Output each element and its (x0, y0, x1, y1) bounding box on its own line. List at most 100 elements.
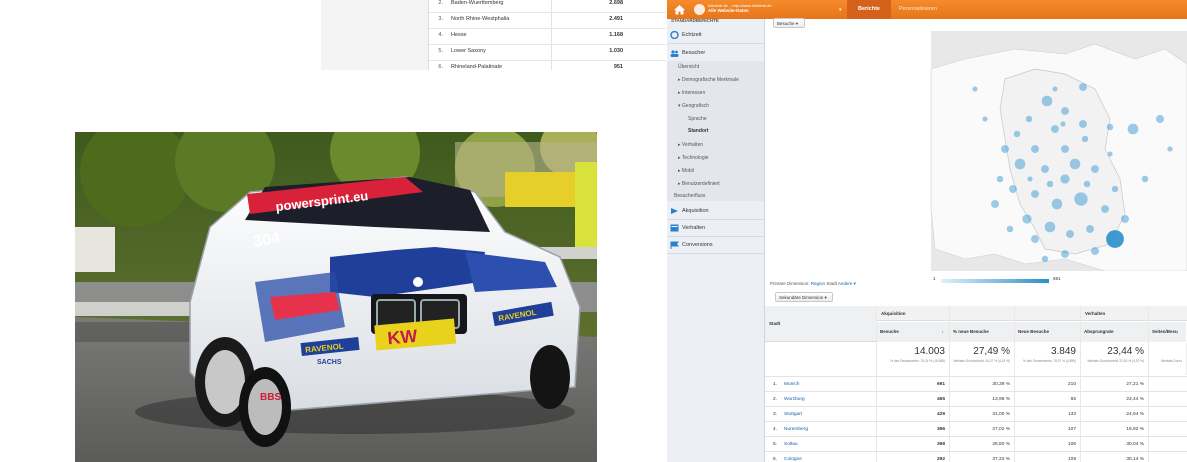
map-bubble[interactable] (1006, 225, 1014, 233)
map-bubble[interactable] (1090, 246, 1100, 256)
map-bubble[interactable] (1078, 119, 1088, 129)
map-bubble[interactable] (1085, 224, 1095, 234)
submenu-uebersicht[interactable]: Übersicht (678, 64, 699, 70)
row-city-link[interactable]: Cologne (784, 452, 802, 462)
metric-selector[interactable]: Besuche ▾ (773, 18, 805, 28)
map-bubble[interactable] (1073, 191, 1089, 207)
map-bubble[interactable] (1030, 234, 1040, 244)
map-bubble[interactable] (1127, 123, 1139, 135)
map-bubble[interactable] (1081, 135, 1089, 143)
table-row[interactable]: 2. Wurzburg 465 13,98 % 65 23,44 % (765, 391, 1187, 407)
map-bubble[interactable] (1083, 180, 1091, 188)
map-bubble[interactable] (1013, 130, 1021, 138)
submenu-geografisch[interactable]: ▾ Geografisch (678, 103, 709, 109)
sidebar-item-akquisition[interactable]: Akquisition (667, 203, 764, 220)
table-row[interactable]: 2. Baden-Wuerttemberg 2.698 (429, 0, 666, 13)
submenu-mobil[interactable]: ▸ Mobil (678, 168, 694, 174)
map-bubble[interactable] (1105, 229, 1125, 249)
row-region-name[interactable]: Baden-Wuerttemberg (451, 0, 503, 11)
row-city-link[interactable]: Soltau (784, 437, 798, 452)
table-row[interactable]: 6. Rhineland-Palatinate 951 (429, 60, 666, 70)
map-bubble[interactable] (1106, 123, 1114, 131)
row-city-link[interactable]: Stuttgart (784, 407, 802, 422)
row-city-link[interactable]: Munich (784, 377, 799, 392)
sidebar-item-besucher[interactable]: Besucher (667, 45, 764, 62)
map-bubble[interactable] (990, 199, 1000, 209)
map-bubble[interactable] (1021, 213, 1033, 225)
map-bubble[interactable] (1107, 150, 1114, 157)
table-row[interactable]: 3. North Rhine-Westphalia 2.491 (429, 12, 666, 29)
map-bubble[interactable] (1155, 114, 1165, 124)
germany-map[interactable] (765, 29, 1187, 272)
home-icon[interactable] (673, 3, 686, 16)
map-bubble[interactable] (1014, 158, 1026, 170)
map-bubble[interactable] (1141, 175, 1149, 183)
map-bubble[interactable] (1000, 144, 1010, 154)
map-bubble[interactable] (971, 86, 978, 93)
table-row[interactable]: 1. Munich 691 30,39 % 210 27,21 % (765, 376, 1187, 392)
dimension-andere-link[interactable]: Andere ▾ (838, 281, 856, 286)
map-bubble[interactable] (1060, 144, 1070, 154)
row-city-link[interactable]: Nuremberg (784, 422, 808, 437)
map-bubble[interactable] (1044, 221, 1056, 233)
row-region-name[interactable]: Rhineland-Palatinate (451, 60, 502, 70)
submenu-standort[interactable]: Standort (688, 128, 709, 134)
property-selector[interactable]: hillclimb.de – http://www.hillclimb.de A… (708, 3, 772, 13)
map-bubble[interactable] (1060, 106, 1070, 116)
column-header-besuche[interactable]: Besuche ↓ (877, 322, 950, 342)
dimension-region-link[interactable]: Region (811, 281, 825, 286)
map-bubble[interactable] (1111, 185, 1119, 193)
map-bubble[interactable] (1065, 229, 1075, 239)
submenu-technologie[interactable]: ▸ Technologie (678, 155, 709, 161)
map-bubble[interactable] (996, 175, 1004, 183)
map-bubble[interactable] (1030, 189, 1040, 199)
map-bubble[interactable] (1030, 144, 1040, 154)
secondary-dimension-button[interactable]: Sekundäre Dimension ▾ (775, 292, 833, 302)
map-bubble[interactable] (1041, 255, 1049, 263)
map-bubble[interactable] (1027, 175, 1034, 182)
tab-customize[interactable]: Personalisieren (899, 0, 937, 19)
column-header-neue-besuche-pct[interactable]: % neue Besuche (950, 322, 1015, 342)
submenu-benutzerdefiniert[interactable]: ▸ Benutzerdefiniert (678, 181, 720, 187)
map-bubble[interactable] (1078, 82, 1088, 92)
column-header-absprungrate[interactable]: Absprungrate (1081, 322, 1149, 342)
geo-map[interactable]: 1 691 (765, 29, 1187, 287)
row-region-name[interactable]: Lower Saxony (451, 44, 486, 59)
submenu-verhalten[interactable]: ▸ Verhalten (678, 142, 703, 148)
map-bubble[interactable] (1060, 120, 1067, 127)
table-row[interactable]: 5. Lower Saxony 1.030 (429, 44, 666, 61)
map-bubble[interactable] (1090, 164, 1100, 174)
map-bubble[interactable] (1069, 158, 1081, 170)
column-header-neue-besuche[interactable]: Neue Besuche (1015, 322, 1081, 342)
submenu-demografische-merkmale[interactable]: ▸ Demografische Merkmale (678, 77, 739, 83)
map-bubble[interactable] (1046, 180, 1054, 188)
map-bubble[interactable] (1167, 145, 1174, 152)
tab-reports[interactable]: Berichte (847, 0, 891, 19)
column-header-stadt[interactable]: Stadt (765, 306, 876, 342)
map-bubble[interactable] (1041, 95, 1053, 107)
table-row[interactable]: 4. Nuremberg 396 27,02 % 107 16,92 % (765, 421, 1187, 437)
chevron-down-icon[interactable]: ▾ (839, 7, 842, 13)
submenu-sprache[interactable]: Sprache (688, 116, 707, 122)
row-city-link[interactable]: Wurzburg (784, 392, 805, 407)
table-row[interactable]: 3. Stuttgart 429 31,00 % 133 24,94 % (765, 406, 1187, 422)
map-bubble[interactable] (1059, 173, 1071, 185)
map-bubble[interactable] (1052, 86, 1059, 93)
table-row[interactable]: 5. Soltau 368 28,80 % 106 30,04 % (765, 436, 1187, 452)
map-bubble[interactable] (1050, 124, 1060, 134)
map-bubble[interactable] (1060, 249, 1070, 259)
sidebar-item-conversions[interactable]: Conversions (667, 237, 764, 254)
column-header-seiten[interactable]: Seiten/Besu (1149, 322, 1187, 342)
map-bubble[interactable] (981, 115, 988, 122)
map-bubble[interactable] (1051, 198, 1063, 210)
map-bubble[interactable] (1025, 115, 1033, 123)
map-bubble[interactable] (1040, 164, 1050, 174)
submenu-interessen[interactable]: ▸ Interessen (678, 90, 705, 96)
sidebar-item-verhalten[interactable]: Verhalten (667, 220, 764, 237)
sidebar-item-echtzeit[interactable]: Echtzeit (667, 27, 764, 44)
table-row[interactable]: 6. Cologne 292 37,33 % 109 30,14 % (765, 451, 1187, 462)
row-region-name[interactable]: North Rhine-Westphalia (451, 12, 509, 27)
submenu-besucherfluss[interactable]: Besucherfluss (674, 193, 705, 199)
map-bubble[interactable] (1100, 204, 1110, 214)
row-region-name[interactable]: Hesse (451, 28, 467, 43)
